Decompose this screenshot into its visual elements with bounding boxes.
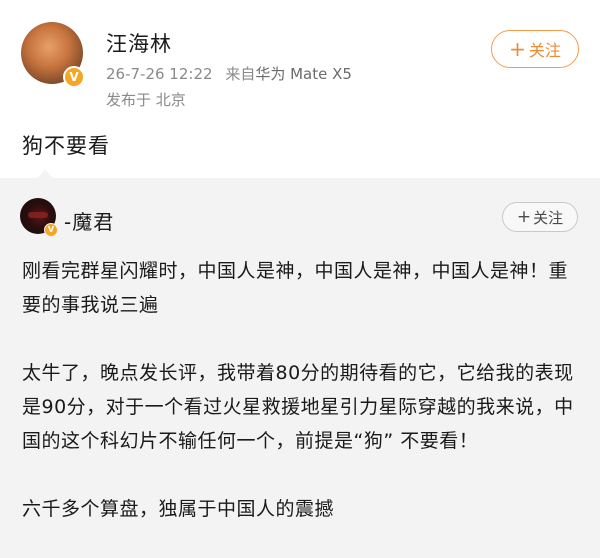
repost-paragraph: 太牛了，晚点发长评，我带着80分的期待看的它，它给我的表现是90分，对于一个看过… bbox=[22, 362, 574, 452]
repost-paragraph: 六千多个算盘，独属于中国人的震撼 bbox=[22, 498, 335, 520]
plus-icon: + bbox=[516, 206, 532, 227]
post-device: 华为 Mate X5 bbox=[255, 65, 352, 83]
follow-button[interactable]: + 关注 bbox=[491, 30, 579, 68]
repost-follow-label: 关注 bbox=[533, 208, 564, 227]
repost-follow-button[interactable]: + 关注 bbox=[502, 202, 578, 232]
reposted-card[interactable]: V -魔君 + 关注 刚看完群星闪耀时，中国人是神，中国人是神，中国人是神！重要… bbox=[0, 178, 600, 558]
post-meta: 26-7-26 12:22 来自华为 Mate X5 bbox=[106, 63, 352, 84]
post-username[interactable]: 汪海林 bbox=[106, 28, 172, 58]
verified-badge-icon: V bbox=[63, 66, 85, 88]
repost-username[interactable]: -魔君 bbox=[64, 206, 114, 235]
post-timestamp: 26-7-26 12:22 bbox=[106, 65, 213, 83]
post-location: 发布于 北京 bbox=[106, 91, 186, 109]
repost-body: 刚看完群星闪耀时，中国人是神，中国人是神，中国人是神！重要的事我说三遍 太牛了，… bbox=[22, 254, 582, 526]
weibo-post: V 汪海林 26-7-26 12:22 来自华为 Mate X5 发布于 北京 … bbox=[0, 0, 600, 179]
post-source-prefix: 来自 bbox=[225, 65, 256, 83]
follow-label: 关注 bbox=[528, 41, 561, 60]
post-text: 狗不要看 bbox=[22, 134, 110, 158]
repost-paragraph: 刚看完群星闪耀时，中国人是神，中国人是神，中国人是神！重要的事我说三遍 bbox=[22, 260, 569, 316]
repost-verified-badge-icon: V bbox=[44, 223, 58, 237]
plus-icon: + bbox=[509, 37, 526, 61]
